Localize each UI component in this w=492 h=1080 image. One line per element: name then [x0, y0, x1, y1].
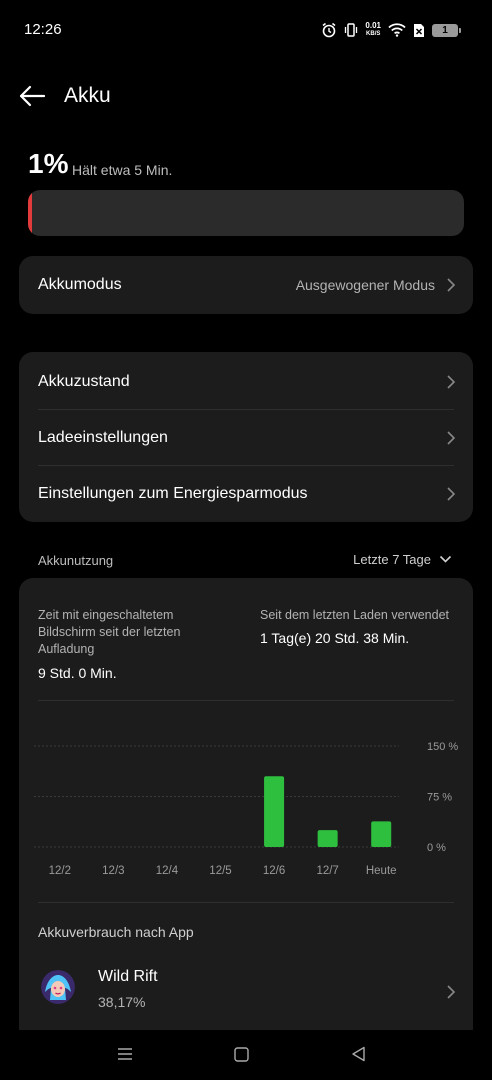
status-icons: 0.01 KB/S 1	[321, 20, 461, 40]
chevron-right-icon	[447, 278, 456, 292]
app-row-wild-rift[interactable]: Wild Rift 38,17%	[19, 960, 473, 1024]
chart-x-tick-label: 12/5	[209, 865, 231, 877]
battery-percent: 1%	[28, 148, 69, 179]
battery-settings-card: Akkuzustand Ladeeinstellungen Einstellun…	[19, 352, 473, 522]
chart-bar	[264, 776, 285, 847]
battery-level-bar	[28, 190, 464, 236]
vibrate-icon	[345, 23, 358, 37]
chart-x-tick-label: 12/4	[156, 865, 179, 877]
app-usage-percent: 38,17%	[98, 994, 146, 1010]
charging-settings-label: Ladeeinstellungen	[38, 429, 168, 446]
network-speed: 0.01 KB/S	[365, 22, 381, 38]
battery-level-fill	[28, 190, 33, 236]
battery-indicator-level: 1	[442, 24, 448, 36]
screen-on-value: 9 Std. 0 Min.	[38, 665, 117, 681]
chart-x-tick-label: 12/6	[263, 865, 285, 877]
chevron-right-icon	[447, 431, 456, 445]
battery-mode-row[interactable]: Akkumodus Ausgewogener Modus	[19, 256, 473, 314]
usage-section-label: Akkunutzung	[38, 553, 114, 568]
net-speed-value: 0.01	[365, 21, 381, 30]
net-speed-unit: KB/S	[366, 31, 381, 37]
battery-estimate: Hält etwa 5 Min.	[72, 162, 173, 178]
no-sim-icon	[414, 23, 424, 37]
power-saving-settings-label: Einstellungen zum Energiesparmodus	[38, 485, 308, 502]
per-app-section-label: Akkuverbrauch nach App	[38, 924, 194, 940]
alarm-icon	[322, 22, 336, 38]
chart-x-tick-label: Heute	[366, 865, 397, 877]
battery-usage-chart: 150 % 75 % 0 % 12/2 12/3 12/4 12/5 12/6 12/7 Heut…	[34, 741, 458, 877]
divider	[38, 902, 454, 903]
status-bar: 12:26 0.01 KB/S 1	[0, 0, 492, 60]
app-name: Wild Rift	[98, 968, 158, 985]
chevron-down-icon	[439, 555, 452, 563]
battery-mode-label: Akkumodus	[38, 276, 122, 293]
back-arrow-icon[interactable]	[18, 82, 46, 110]
since-charge-label: Seit dem letzten Laden verwendet	[260, 608, 450, 622]
chart-y-tick-label: 75 %	[427, 792, 452, 804]
chevron-right-icon	[447, 487, 456, 501]
page-title: Akku	[64, 84, 111, 107]
since-charge-value: 1 Tag(e) 20 Std. 38 Min.	[260, 630, 410, 646]
battery-mode-card: Akkumodus Ausgewogener Modus	[19, 256, 473, 314]
menu-icon[interactable]	[117, 1047, 133, 1061]
chart-x-tick-label: 12/7	[316, 865, 338, 877]
wild-rift-app-icon	[41, 970, 75, 1004]
chevron-right-icon	[447, 985, 456, 999]
chart-x-tick-label: 12/2	[49, 865, 71, 877]
battery-health-row[interactable]: Akkuzustand	[19, 354, 473, 410]
chart-x-tick-label: 12/3	[102, 865, 124, 877]
battery-indicator: 1	[432, 23, 461, 37]
chart-y-tick-label: 0 %	[427, 842, 446, 854]
battery-health-label: Akkuzustand	[38, 373, 130, 390]
home-icon[interactable]	[234, 1047, 249, 1062]
chart-y-tick-label: 150 %	[427, 741, 458, 753]
screen-on-label: Zeit mit eingeschaltetem Bildschirm seit…	[38, 608, 181, 656]
status-time: 12:26	[24, 21, 62, 38]
chevron-right-icon	[447, 375, 456, 389]
back-icon[interactable]	[351, 1046, 366, 1062]
power-saving-settings-row[interactable]: Einstellungen zum Energiesparmodus	[19, 466, 473, 522]
battery-mode-value: Ausgewogener Modus	[295, 277, 435, 293]
chart-bar	[371, 821, 392, 847]
wifi-icon	[388, 23, 406, 37]
navigation-bar	[0, 1030, 492, 1080]
chart-bar	[317, 830, 338, 847]
range-dropdown[interactable]: Letzte 7 Tage	[353, 552, 452, 567]
range-dropdown-label: Letzte 7 Tage	[353, 552, 431, 567]
charging-settings-row[interactable]: Ladeeinstellungen	[19, 410, 473, 466]
